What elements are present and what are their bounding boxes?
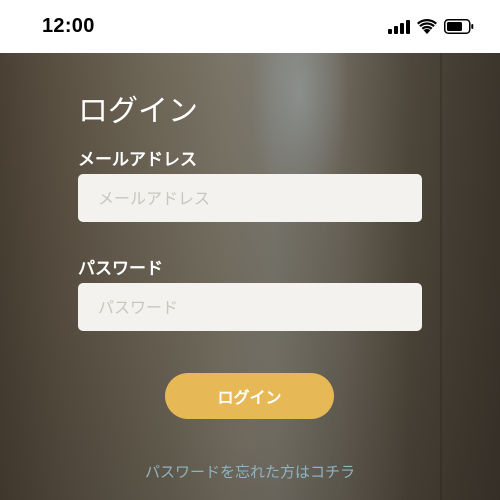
- status-time: 12:00: [42, 15, 95, 37]
- status-bar: 12:00: [0, 0, 500, 53]
- wifi-icon: [417, 19, 437, 34]
- password-label: パスワード: [78, 259, 163, 279]
- password-field[interactable]: [78, 283, 422, 331]
- login-button[interactable]: ログイン: [165, 373, 334, 419]
- page-title: ログイン: [78, 94, 198, 129]
- email-field[interactable]: [78, 174, 422, 222]
- status-icons: [388, 19, 474, 34]
- battery-icon: [444, 19, 474, 34]
- email-label: メールアドレス: [78, 150, 197, 170]
- signal-icon: [388, 19, 410, 34]
- forgot-password-link[interactable]: パスワードを忘れた方はコチラ: [0, 461, 500, 482]
- login-screen: ログイン メールアドレス パスワード ログイン パスワードを忘れた方はコチラ: [0, 53, 500, 500]
